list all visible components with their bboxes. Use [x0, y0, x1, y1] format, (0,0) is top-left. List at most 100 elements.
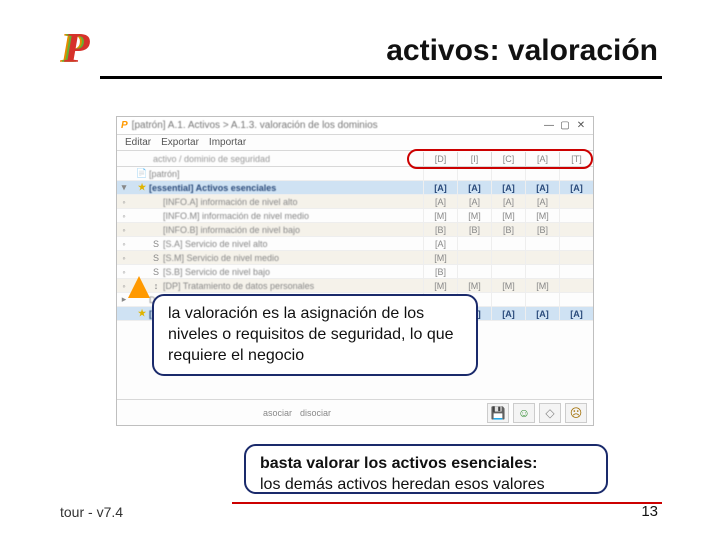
row-label: [INFO.M] información de nivel medio [163, 211, 423, 221]
tree-twisty[interactable]: ◦ [117, 197, 131, 207]
value-cell[interactable] [559, 167, 593, 181]
value-cell[interactable]: [A] [525, 307, 559, 321]
value-cell[interactable]: [M] [423, 279, 457, 293]
value-cell[interactable] [559, 251, 593, 265]
tree-twisty[interactable]: ◦ [117, 267, 131, 277]
asociar-button[interactable]: asociar [263, 408, 292, 418]
value-cell[interactable] [559, 265, 593, 279]
table-row[interactable]: ◦[INFO.B] información de nivel bajo[B][B… [117, 223, 593, 237]
row-icon: ↕ [149, 281, 163, 291]
value-cell[interactable] [559, 195, 593, 209]
title-rule [100, 76, 662, 79]
window-title: [patrón] A.1. Activos > A.1.3. valoració… [132, 120, 541, 131]
callout-2: basta valorar los activos esenciales: lo… [244, 444, 608, 494]
row-label: [S.B] Servicio de nivel bajo [163, 267, 423, 277]
col-d: [D] [423, 152, 457, 166]
value-cell[interactable] [525, 265, 559, 279]
minimize-icon[interactable]: — [541, 120, 557, 131]
tree-twisty[interactable]: ◦ [117, 239, 131, 249]
value-cell[interactable]: [A] [491, 195, 525, 209]
value-cell[interactable] [491, 167, 525, 181]
value-cell[interactable]: [A] [457, 195, 491, 209]
disociar-button[interactable]: disociar [300, 408, 331, 418]
value-cell[interactable] [457, 237, 491, 251]
value-cell[interactable]: [A] [525, 181, 559, 195]
row-label: [DP] Tratamiento de datos personales [163, 281, 423, 291]
app-icon: P [121, 120, 128, 131]
value-cell[interactable]: [A] [491, 181, 525, 195]
value-cell[interactable]: [B] [423, 265, 457, 279]
menu-importar[interactable]: Importar [209, 137, 246, 148]
star-icon: ★ [135, 308, 149, 319]
value-cell[interactable] [491, 265, 525, 279]
column-header-row: activo / dominio de seguridad [D] [I] [C… [117, 151, 593, 167]
tree-twisty[interactable]: ◦ [117, 253, 131, 263]
value-cell[interactable]: [M] [423, 251, 457, 265]
value-cell[interactable] [525, 167, 559, 181]
value-cell[interactable] [559, 209, 593, 223]
value-cell[interactable]: [M] [525, 279, 559, 293]
value-cell[interactable]: [M] [491, 279, 525, 293]
row-label: [S.A] Servicio de nivel alto [163, 239, 423, 249]
value-cell[interactable]: [M] [423, 209, 457, 223]
star-icon: ★ [135, 182, 149, 193]
close-icon[interactable]: ✕ [573, 120, 589, 131]
value-cell[interactable] [491, 293, 525, 307]
value-cell[interactable] [491, 237, 525, 251]
value-cell[interactable] [491, 251, 525, 265]
table-row[interactable]: ◦S[S.M] Servicio de nivel medio[M] [117, 251, 593, 265]
menubar: Editar Exportar Importar [117, 135, 593, 151]
value-cell[interactable]: [B] [457, 223, 491, 237]
value-cell[interactable]: [B] [525, 223, 559, 237]
value-cell[interactable]: [B] [423, 223, 457, 237]
sad-icon[interactable]: ☹ [565, 403, 587, 423]
value-cell[interactable]: [B] [491, 223, 525, 237]
value-cell[interactable] [457, 265, 491, 279]
logo: PPP [60, 28, 86, 70]
value-cell[interactable]: [A] [423, 237, 457, 251]
menu-exportar[interactable]: Exportar [161, 137, 199, 148]
value-cell[interactable]: [A] [525, 195, 559, 209]
menu-editar[interactable]: Editar [125, 137, 151, 148]
footer-left: tour - v7.4 [60, 504, 123, 520]
value-cell[interactable]: [M] [525, 209, 559, 223]
value-cell[interactable] [559, 293, 593, 307]
value-cell[interactable] [423, 167, 457, 181]
value-cell[interactable] [457, 167, 491, 181]
row-label: [S.M] Servicio de nivel medio [163, 253, 423, 263]
tree-twisty[interactable]: ▾ [117, 182, 131, 193]
maximize-icon[interactable]: ▢ [557, 120, 573, 131]
row-icon: S [149, 267, 163, 277]
value-cell[interactable] [559, 223, 593, 237]
footer-rule [232, 502, 662, 504]
value-cell[interactable] [457, 251, 491, 265]
value-cell[interactable]: [A] [423, 181, 457, 195]
value-cell[interactable]: [M] [457, 209, 491, 223]
happy-icon[interactable]: ☺ [513, 403, 535, 423]
table-row[interactable]: ▾★[essential] Activos esenciales[A][A][A… [117, 181, 593, 195]
value-cell[interactable]: [M] [457, 279, 491, 293]
table-row[interactable]: 📄[patrón] [117, 167, 593, 181]
value-cell[interactable] [525, 293, 559, 307]
table-row[interactable]: ◦↕[DP] Tratamiento de datos personales[M… [117, 279, 593, 293]
value-cell[interactable] [525, 251, 559, 265]
table-row[interactable]: ◦S[S.A] Servicio de nivel alto[A] [117, 237, 593, 251]
col-c: [C] [491, 152, 525, 166]
save-icon[interactable]: 💾 [487, 403, 509, 423]
help-icon[interactable]: ◇ [539, 403, 561, 423]
table-row[interactable]: ◦ S[S.B] Servicio de nivel bajo[B] [117, 265, 593, 279]
tree-twisty[interactable]: ◦ [117, 211, 131, 221]
value-cell[interactable]: [A] [559, 307, 593, 321]
tree-twisty[interactable]: ◦ [117, 225, 131, 235]
value-cell[interactable] [525, 237, 559, 251]
table-row[interactable]: ◦[INFO.M] información de nivel medio[M][… [117, 209, 593, 223]
value-cell[interactable]: [A] [457, 181, 491, 195]
value-cell[interactable]: [A] [491, 307, 525, 321]
table-row[interactable]: ◦[INFO.A] información de nivel alto[A][A… [117, 195, 593, 209]
value-cell[interactable]: [A] [423, 195, 457, 209]
app-window: P [patrón] A.1. Activos > A.1.3. valorac… [116, 116, 594, 426]
value-cell[interactable]: [M] [491, 209, 525, 223]
value-cell[interactable]: [A] [559, 181, 593, 195]
value-cell[interactable] [559, 237, 593, 251]
value-cell[interactable] [559, 279, 593, 293]
